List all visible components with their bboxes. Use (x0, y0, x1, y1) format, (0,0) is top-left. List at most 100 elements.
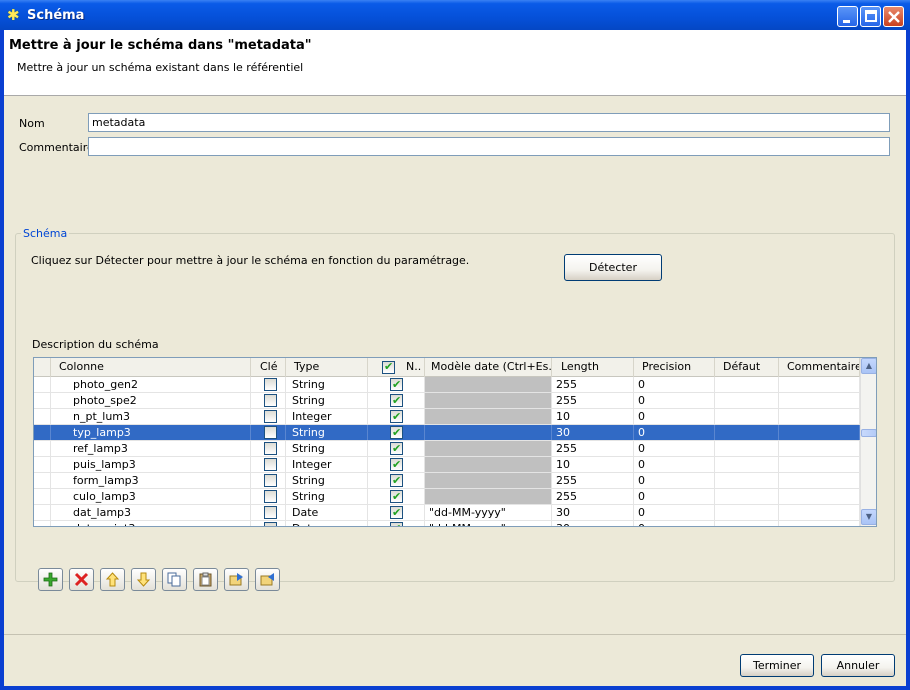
comment-field[interactable] (88, 137, 890, 156)
key-checkbox[interactable] (264, 458, 277, 471)
cell-length[interactable]: 10 (552, 457, 634, 472)
key-checkbox[interactable] (264, 522, 277, 526)
cell-length[interactable]: 255 (552, 441, 634, 456)
nullable-checkbox[interactable] (390, 377, 403, 392)
title-bar[interactable]: ✱ Schéma (0, 0, 910, 30)
cell-type[interactable]: Date (286, 521, 368, 526)
cell-date-pattern[interactable] (425, 441, 552, 456)
cell-length[interactable]: 30 (552, 521, 634, 526)
nullable-checkbox[interactable] (390, 489, 403, 504)
cell-length[interactable]: 10 (552, 409, 634, 424)
cell-key[interactable] (251, 425, 286, 440)
cell-nullable[interactable] (368, 489, 425, 504)
column-header-default[interactable]: Défaut (715, 358, 779, 377)
cell-default[interactable] (715, 393, 779, 408)
cell-type[interactable]: Date (286, 505, 368, 520)
delete-row-button[interactable] (69, 568, 94, 591)
cell-column-name[interactable]: photo_gen2 (51, 377, 251, 392)
table-row[interactable]: photo_gen2 String 2550 (34, 377, 860, 393)
cell-comment[interactable] (779, 457, 860, 472)
cell-type[interactable]: String (286, 441, 368, 456)
cell-key[interactable] (251, 473, 286, 488)
nullable-checkbox[interactable] (390, 409, 403, 424)
copy-button[interactable] (162, 568, 187, 591)
scroll-thumb[interactable] (861, 429, 876, 437)
cell-length[interactable]: 30 (552, 505, 634, 520)
nullable-all-checkbox[interactable] (382, 360, 395, 374)
import-button[interactable] (224, 568, 249, 591)
key-checkbox[interactable] (264, 474, 277, 487)
cell-precision[interactable]: 0 (634, 457, 715, 472)
key-checkbox[interactable] (264, 378, 277, 391)
cell-date-pattern[interactable]: "dd-MM-yyyy" (425, 505, 552, 520)
name-field[interactable]: metadata (88, 113, 890, 132)
cell-key[interactable] (251, 489, 286, 504)
cell-precision[interactable]: 0 (634, 425, 715, 440)
cell-default[interactable] (715, 489, 779, 504)
cell-comment[interactable] (779, 409, 860, 424)
cell-key[interactable] (251, 457, 286, 472)
key-checkbox[interactable] (264, 442, 277, 455)
column-header-nullable[interactable]: N.. (368, 358, 425, 377)
cell-type[interactable]: String (286, 473, 368, 488)
move-down-button[interactable] (131, 568, 156, 591)
close-button[interactable] (883, 6, 904, 27)
cell-key[interactable] (251, 409, 286, 424)
maximize-button[interactable] (860, 6, 881, 27)
cell-nullable[interactable] (368, 425, 425, 440)
cell-date-pattern[interactable] (425, 409, 552, 424)
cell-date-pattern[interactable] (425, 489, 552, 504)
cell-date-pattern[interactable] (425, 425, 552, 440)
cell-type[interactable]: String (286, 425, 368, 440)
column-header-comment[interactable]: Commentaire (779, 358, 860, 377)
cell-precision[interactable]: 0 (634, 521, 715, 526)
nullable-checkbox[interactable] (390, 457, 403, 472)
cell-comment[interactable] (779, 393, 860, 408)
cell-date-pattern[interactable] (425, 457, 552, 472)
cell-precision[interactable]: 0 (634, 473, 715, 488)
cell-comment[interactable] (779, 441, 860, 456)
column-header-length[interactable]: Length (552, 358, 634, 377)
table-row[interactable]: n_pt_lum3 Integer 100 (34, 409, 860, 425)
cell-precision[interactable]: 0 (634, 409, 715, 424)
cell-nullable[interactable] (368, 377, 425, 392)
cell-precision[interactable]: 0 (634, 489, 715, 504)
table-row[interactable]: form_lamp3 String 2550 (34, 473, 860, 489)
cell-precision[interactable]: 0 (634, 441, 715, 456)
column-header-cle[interactable]: Clé (251, 358, 286, 377)
cell-comment[interactable] (779, 377, 860, 392)
column-header-date-pattern[interactable]: Modèle date (Ctrl+Es... (425, 358, 552, 377)
key-checkbox[interactable] (264, 426, 277, 439)
nullable-checkbox[interactable] (390, 521, 403, 526)
column-header-type[interactable]: Type (286, 358, 368, 377)
table-row[interactable]: photo_spe2 String 2550 (34, 393, 860, 409)
cell-nullable[interactable] (368, 521, 425, 526)
cell-nullable[interactable] (368, 441, 425, 456)
cell-type[interactable]: String (286, 377, 368, 392)
cell-date-pattern[interactable] (425, 473, 552, 488)
cell-column-name[interactable]: puis_lamp3 (51, 457, 251, 472)
schema-table[interactable]: Colonne Clé Type N.. Modèle date (Ctrl+E… (33, 357, 877, 527)
key-checkbox[interactable] (264, 506, 277, 519)
cell-default[interactable] (715, 441, 779, 456)
cell-column-name[interactable]: form_lamp3 (51, 473, 251, 488)
cell-default[interactable] (715, 521, 779, 526)
cell-column-name[interactable]: ref_lamp3 (51, 441, 251, 456)
cell-length[interactable]: 30 (552, 425, 634, 440)
move-up-button[interactable] (100, 568, 125, 591)
cell-date-pattern[interactable] (425, 393, 552, 408)
cell-default[interactable] (715, 409, 779, 424)
cell-type[interactable]: Integer (286, 457, 368, 472)
cell-column-name[interactable]: culo_lamp3 (51, 489, 251, 504)
cell-key[interactable] (251, 377, 286, 392)
cancel-button[interactable]: Annuler (821, 654, 895, 677)
table-row[interactable]: culo_lamp3 String 2550 (34, 489, 860, 505)
nullable-checkbox[interactable] (390, 473, 403, 488)
cell-default[interactable] (715, 457, 779, 472)
key-checkbox[interactable] (264, 490, 277, 503)
cell-column-name[interactable]: photo_spe2 (51, 393, 251, 408)
table-row[interactable]: typ_lamp3 String 300 (34, 425, 860, 441)
export-button[interactable] (255, 568, 280, 591)
cell-nullable[interactable] (368, 409, 425, 424)
cell-date-pattern[interactable] (425, 377, 552, 392)
